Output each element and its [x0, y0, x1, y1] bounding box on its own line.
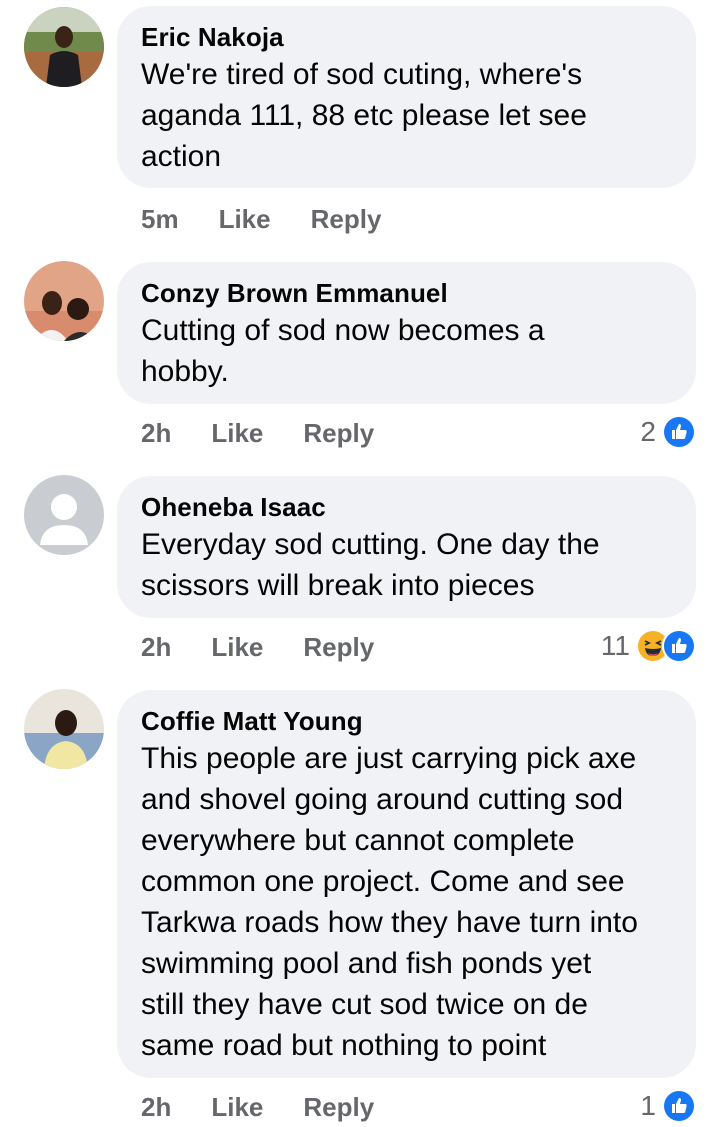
comment-author[interactable]: Eric Nakoja: [141, 20, 672, 54]
avatar[interactable]: [24, 689, 104, 769]
reaction-count: 1: [640, 1090, 656, 1121]
comment-text: Cutting of sod now becomes a hobby.: [141, 314, 545, 388]
reply-button[interactable]: Reply: [303, 1092, 374, 1123]
like-button[interactable]: Like: [219, 204, 271, 235]
like-icon: [662, 629, 696, 663]
comment-bubble: Conzy Brown Emmanuel Cutting of sod now …: [117, 262, 696, 404]
comment-actions: 5m Like Reply: [141, 199, 381, 239]
like-button[interactable]: Like: [211, 1092, 263, 1123]
comment-text: Everyday sod cutting. One day the scisso…: [141, 528, 600, 602]
like-button[interactable]: Like: [211, 632, 263, 663]
avatar[interactable]: [24, 475, 104, 555]
avatar[interactable]: [24, 7, 104, 87]
reply-button[interactable]: Reply: [303, 632, 374, 663]
reply-button[interactable]: Reply: [311, 204, 382, 235]
reaction-summary[interactable]: 11: [601, 626, 696, 666]
comment-timestamp[interactable]: 5m: [141, 204, 179, 235]
comment-author[interactable]: Coffie Matt Young: [141, 704, 672, 738]
avatar-photo: [24, 689, 104, 769]
like-button[interactable]: Like: [211, 418, 263, 449]
reaction-summary[interactable]: 1: [640, 1086, 696, 1126]
reaction-count: 2: [640, 416, 656, 447]
comment-bubble: Coffie Matt Young This people are just c…: [117, 690, 696, 1078]
like-icon: [662, 415, 696, 449]
avatar[interactable]: [24, 261, 104, 341]
reply-button[interactable]: Reply: [303, 418, 374, 449]
avatar-photo: [24, 7, 104, 87]
comment-author[interactable]: Oheneba Isaac: [141, 490, 672, 524]
comment-bubble: Eric Nakoja We're tired of sod cuting, w…: [117, 6, 696, 188]
comment-timestamp[interactable]: 2h: [141, 1092, 171, 1123]
comment-actions: 2h Like Reply: [141, 627, 374, 667]
like-icon: [662, 1089, 696, 1123]
reaction-summary[interactable]: 2: [640, 412, 696, 452]
comment-bubble: Oheneba Isaac Everyday sod cutting. One …: [117, 476, 696, 618]
comment-timestamp[interactable]: 2h: [141, 632, 171, 663]
default-avatar-icon: [24, 475, 104, 555]
comment-text: This people are just carrying pick axe a…: [141, 742, 638, 1062]
comment-text: We're tired of sod cuting, where's agand…: [141, 58, 587, 173]
comment-actions: 2h Like Reply: [141, 413, 374, 453]
comment-timestamp[interactable]: 2h: [141, 418, 171, 449]
reaction-count: 11: [600, 630, 630, 661]
comment-actions: 2h Like Reply: [141, 1087, 374, 1127]
avatar-photo: [24, 261, 104, 341]
comment-author[interactable]: Conzy Brown Emmanuel: [141, 276, 672, 310]
